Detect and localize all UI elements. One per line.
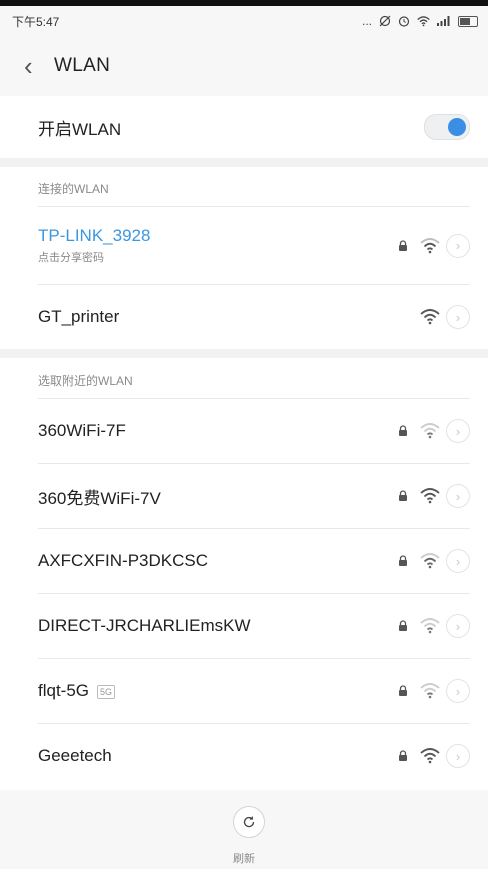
status-time: 下午5:47 [12,14,60,29]
wifi-signal-icon [420,488,440,504]
wifi-signal-icon [420,237,440,253]
network-name-text: flqt-5G [38,681,90,700]
app-header: ‹ WLAN [0,36,488,96]
network-row-360wifi-7f[interactable]: 360WiFi-7F › [0,399,488,463]
status-bar: 下午5:47 ... [0,6,488,36]
mute-icon [379,15,391,27]
chevron-right-icon[interactable]: › [446,419,470,443]
nearby-section-title: 选取附近的WLAN [38,374,133,388]
lock-icon [396,554,410,568]
chevron-right-icon[interactable]: › [446,484,470,508]
network-row-tp-link[interactable]: TP-LINK_3928 点击分享密码 › [0,207,488,284]
network-row-360free-7v[interactable]: 360免费WiFi-7V › [0,464,488,528]
wifi-signal-icon [420,309,440,325]
lock-icon [396,684,410,698]
page-title: WLAN [54,55,111,76]
signal-icon [437,16,450,26]
network-name: Geeetech [38,746,112,765]
network-row-geeetech[interactable]: Geeetech › [0,724,488,788]
network-subtitle[interactable]: 点击分享密码 [38,249,150,265]
wifi-signal-icon [420,423,440,439]
network-name: AXFCXFIN-P3DKCSC [38,551,209,570]
network-row-direct-jrcharlie[interactable]: DIRECT-JRCHARLIEmsKW › [0,594,488,658]
network-row-flqt-5g[interactable]: flqt-5G 5G › [0,659,488,723]
wifi-signal-icon [420,683,440,699]
wlan-toggle-label: 开启WLAN [38,119,122,139]
chevron-right-icon[interactable]: › [446,679,470,703]
network-name: 360免费WiFi-7V [38,488,161,508]
connected-section-title: 连接的WLAN [38,182,109,196]
wifi-icon [417,15,430,26]
more-dots-icon: ... [361,14,372,28]
section-gap [0,349,488,358]
chevron-right-icon[interactable]: › [446,744,470,768]
alarm-icon [398,16,410,27]
chevron-right-icon[interactable]: › [446,614,470,638]
bottom-bar: 刷新 [0,790,488,869]
lock-icon [396,239,410,253]
network-name: DIRECT-JRCHARLIEmsKW [38,616,251,635]
network-name: TP-LINK_3928 [38,226,151,245]
network-row-axfcxfin[interactable]: AXFCXFIN-P3DKCSC › [0,529,488,593]
wlan-toggle-row[interactable]: 开启WLAN [0,96,488,158]
network-name: flqt-5G 5G [38,681,116,701]
battery-icon [458,15,478,27]
chevron-right-icon[interactable]: › [446,549,470,573]
refresh-label: 刷新 [233,853,255,865]
band-badge: 5G [97,684,116,699]
wifi-signal-icon [420,618,440,634]
chevron-right-icon[interactable]: › [446,305,470,329]
lock-icon [396,424,410,438]
refresh-icon [243,816,255,828]
network-name: GT_printer [38,307,120,326]
wifi-signal-icon [420,748,440,764]
lock-icon [396,489,410,503]
network-row-gt-printer[interactable]: GT_printer › [0,285,488,349]
network-name: 360WiFi-7F [38,421,126,440]
wifi-signal-icon [420,553,440,569]
wlan-toggle-switch[interactable] [424,114,470,140]
toggle-knob [448,118,466,136]
chevron-left-icon[interactable]: ‹ [24,53,48,79]
refresh-button[interactable] [233,806,265,838]
section-gap [0,158,488,167]
status-icons: ... [362,14,478,28]
lock-icon [396,619,410,633]
lock-icon [396,749,410,763]
chevron-right-icon[interactable]: › [446,233,470,258]
